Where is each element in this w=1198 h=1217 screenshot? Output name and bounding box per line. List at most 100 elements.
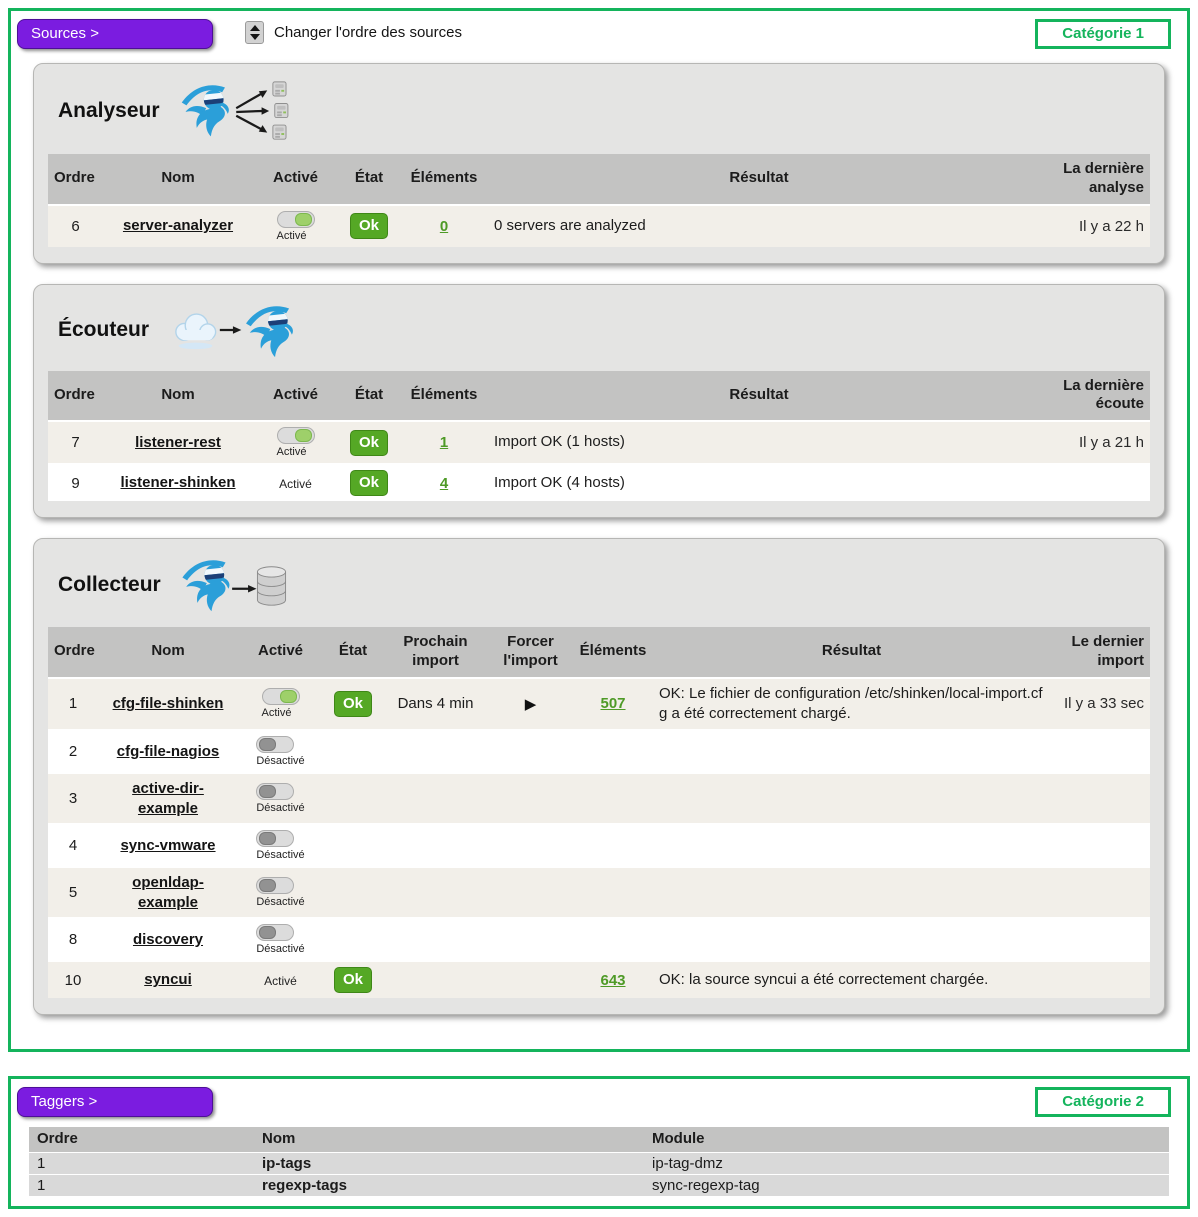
elements-cell: [573, 867, 653, 918]
taggers-table: Ordre Nom Module 1 ip-tags ip-tag-dmz 1 …: [29, 1127, 1169, 1196]
source-name-link[interactable]: openldap-example: [132, 874, 204, 911]
source-name-link[interactable]: discovery: [133, 931, 203, 948]
source-name-link[interactable]: server-analyzer: [123, 217, 233, 234]
resultat-cell: Import OK (4 hosts): [488, 464, 1030, 501]
elements-link[interactable]: 507: [600, 695, 625, 712]
ecouteur-card: Écouteur: [33, 284, 1165, 519]
resultat-cell: [653, 730, 1050, 773]
source-name-link[interactable]: sync-vmware: [120, 837, 215, 854]
col-ordre: Ordre: [29, 1127, 254, 1152]
col-ordre: Ordre: [48, 371, 103, 422]
active-toggle[interactable]: [256, 736, 294, 753]
ninja-to-database-icon: [175, 555, 293, 615]
taggers-section: Taggers > Catégorie 2 Ordre Nom Module 1…: [8, 1076, 1190, 1209]
active-toggle[interactable]: [256, 830, 294, 847]
elements-link[interactable]: 643: [600, 972, 625, 989]
col-prochain-import: Prochain import: [383, 627, 488, 678]
toggle-label: Activé: [262, 707, 292, 719]
table-row: 1 cfg-file-shinken Activé Ok Dans 4 min …: [48, 678, 1150, 731]
etat-cell: [323, 918, 383, 961]
source-name-link[interactable]: listener-shinken: [120, 474, 235, 491]
analyseur-card: Analyseur: [33, 63, 1165, 264]
resultat-cell: [653, 867, 1050, 918]
sources-header-button[interactable]: Sources >: [17, 19, 213, 49]
last-import-cell: [1050, 824, 1150, 867]
active-cell: Désactivé: [238, 867, 323, 918]
play-icon[interactable]: ▶: [525, 696, 537, 713]
active-toggle[interactable]: [277, 427, 315, 444]
active-toggle[interactable]: [256, 924, 294, 941]
elements-link[interactable]: 4: [440, 475, 448, 492]
etat-cell: Ok: [338, 421, 400, 464]
table-row: 8 discovery Désactivé: [48, 918, 1150, 961]
active-cell: Activé: [253, 464, 338, 501]
active-cell: Activé: [238, 678, 323, 731]
active-text: Activé: [264, 974, 297, 988]
col-resultat: Résultat: [488, 154, 1030, 205]
ordre-cell: 10: [48, 961, 98, 998]
active-cell: Désactivé: [238, 730, 323, 773]
forcer-import-cell: [488, 918, 573, 961]
forcer-import-cell: [488, 867, 573, 918]
toggle-knob: [259, 879, 276, 892]
last-import-cell: [1050, 730, 1150, 773]
analyseur-header-row: Ordre Nom Activé État Éléments Résultat …: [48, 154, 1150, 205]
col-forcer-import: Forcer l'import: [488, 627, 573, 678]
etat-cell: Ok: [323, 678, 383, 731]
source-name-link[interactable]: cfg-file-nagios: [117, 743, 220, 760]
ecouteur-table: Ordre Nom Activé État Éléments Résultat …: [48, 371, 1150, 502]
col-etat: État: [338, 371, 400, 422]
active-text: Activé: [279, 477, 312, 491]
category-1-button[interactable]: Catégorie 1: [1035, 19, 1171, 49]
toggle-label: Désactivé: [256, 943, 304, 955]
source-name-link[interactable]: cfg-file-shinken: [113, 695, 224, 712]
nom-cell: cfg-file-nagios: [98, 730, 238, 773]
collecteur-title: Collecteur: [58, 573, 161, 597]
category-2-button[interactable]: Catégorie 2: [1035, 1087, 1171, 1117]
last-ecoute-cell: Il y a 21 h: [1030, 421, 1150, 464]
source-name-link[interactable]: listener-rest: [135, 434, 221, 451]
reorder-label: Changer l'ordre des sources: [274, 24, 462, 41]
prochain-import-cell: [383, 730, 488, 773]
ecouteur-title-row: Écouteur: [48, 297, 1150, 371]
taggers-header-button[interactable]: Taggers >: [17, 1087, 213, 1117]
up-down-stepper-icon[interactable]: [245, 21, 264, 44]
table-row: 10 syncui Activé Ok 643 OK: la source sy…: [48, 961, 1150, 998]
ordre-cell: 1: [29, 1174, 254, 1196]
etat-cell: Ok: [338, 205, 400, 247]
table-row: 9 listener-shinken Activé Ok 4 Import OK…: [48, 464, 1150, 501]
col-nom: Nom: [254, 1127, 644, 1152]
toggle-knob: [259, 832, 276, 845]
active-toggle[interactable]: [256, 877, 294, 894]
source-name-link[interactable]: syncui: [144, 971, 192, 988]
active-toggle[interactable]: [277, 211, 315, 228]
ordre-cell: 3: [48, 773, 98, 824]
elements-link[interactable]: 1: [440, 434, 448, 451]
col-etat: État: [338, 154, 400, 205]
forcer-import-cell: [488, 824, 573, 867]
prochain-import-cell: [383, 918, 488, 961]
active-toggle[interactable]: [262, 688, 300, 705]
active-toggle[interactable]: [256, 783, 294, 800]
page: Sources > Changer l'ordre des sources Ca…: [0, 0, 1198, 1217]
elements-cell: [573, 730, 653, 773]
prochain-import-cell: Dans 4 min: [383, 678, 488, 731]
toggle-label: Désactivé: [256, 802, 304, 814]
nom-cell: ip-tags: [254, 1152, 644, 1174]
toggle-knob: [280, 690, 297, 703]
elements-link[interactable]: 0: [440, 218, 448, 235]
col-last-ecoute: La dernière écoute: [1030, 371, 1150, 422]
elements-cell: 643: [573, 961, 653, 998]
table-row: 1 regexp-tags sync-regexp-tag: [29, 1174, 1169, 1196]
elements-cell: 4: [400, 464, 488, 501]
nom-cell: active-dir-example: [98, 773, 238, 824]
etat-cell: [323, 824, 383, 867]
collecteur-card: Collecteur Ordre: [33, 538, 1165, 1015]
source-name-link[interactable]: active-dir-example: [132, 780, 204, 817]
resultat-cell: [653, 824, 1050, 867]
ordre-cell: 5: [48, 867, 98, 918]
col-elements: Éléments: [573, 627, 653, 678]
toggle-knob: [259, 738, 276, 751]
col-last-import: Le dernier import: [1050, 627, 1150, 678]
ordre-cell: 1: [29, 1152, 254, 1174]
